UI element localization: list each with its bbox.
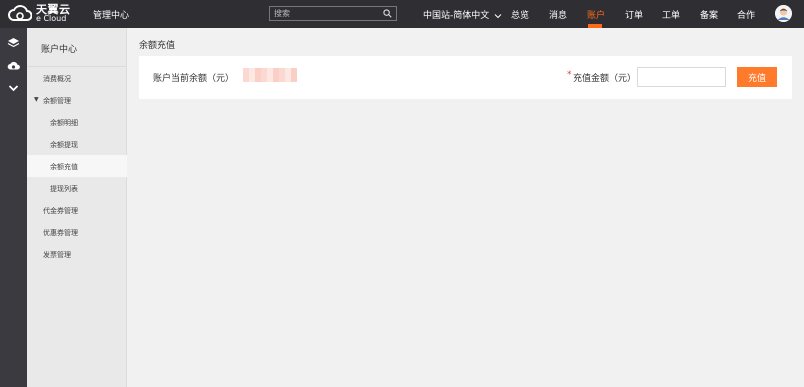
- nav-tickets[interactable]: 工单: [662, 8, 680, 21]
- balance-label: 账户当前余额（元）: [153, 74, 235, 84]
- sidebar-item-balance-details[interactable]: 余额明细: [27, 111, 127, 133]
- icon-rail: [0, 28, 27, 387]
- sidebar-title: 账户中心: [41, 45, 78, 55]
- sidebar-item-balance-management[interactable]: ▼ 余额管理: [27, 89, 127, 111]
- sidebar-item-invoice-management[interactable]: 发票管理: [27, 243, 127, 265]
- caret-down-icon: ▼: [34, 96, 39, 103]
- user-avatar-icon: [775, 5, 792, 22]
- sidebar-item-voucher-management[interactable]: 代金券管理: [27, 199, 127, 221]
- sidebar-item-label: 余额充值: [50, 163, 78, 171]
- nav-language-select[interactable]: 中国站-简体中文: [423, 8, 502, 21]
- sidebar-item-label: 消费概况: [43, 75, 71, 83]
- search-icon[interactable]: [383, 9, 392, 18]
- sidebar-item-label: 提现列表: [50, 185, 78, 193]
- layers-icon[interactable]: [7, 37, 20, 49]
- nav-language-label: 中国站-简体中文: [423, 11, 490, 21]
- cloud-icon[interactable]: [7, 60, 20, 72]
- nav-filing[interactable]: 备案: [700, 8, 718, 21]
- sidebar-item-balance-withdraw[interactable]: 余额提现: [27, 133, 127, 155]
- sidebar-item-label: 发票管理: [43, 251, 71, 259]
- sidebar-item-coupon-management[interactable]: 优惠券管理: [27, 221, 127, 243]
- nav-overview[interactable]: 总览: [511, 8, 529, 21]
- sidebar-item-label: 余额提现: [50, 141, 78, 149]
- search-box[interactable]: [269, 6, 397, 21]
- cloud-logo-icon: [8, 5, 32, 21]
- required-mark: *: [567, 70, 572, 80]
- balance-value-redacted: [243, 68, 297, 82]
- nav-cooperation[interactable]: 合作: [737, 8, 755, 21]
- nav-account[interactable]: 账户: [587, 8, 605, 21]
- sidebar-item-label: 代金券管理: [43, 207, 78, 215]
- recharge-card: 账户当前余额（元） * 充值金额（元） 充值: [139, 56, 792, 99]
- chevron-down-icon[interactable]: [7, 82, 20, 94]
- sidebar-item-label: 余额管理: [43, 97, 71, 105]
- sidebar: 账户中心 消费概况 ▼ 余额管理 余额明细 余额提现 余额充值 提现列表 代金券…: [27, 28, 127, 387]
- top-bar: 天翼云 e Cloud 管理中心 中国站-简体中文 总览 消息 账户 订单 工单…: [0, 0, 804, 28]
- sidebar-item-consumption-overview[interactable]: 消费概况: [27, 67, 127, 89]
- recharge-amount-input[interactable]: [637, 67, 726, 87]
- logo-text-cn: 天翼云: [36, 3, 71, 16]
- recharge-amount-label: 充值金额（元）: [573, 74, 637, 84]
- sidebar-item-withdraw-list[interactable]: 提现列表: [27, 177, 127, 199]
- logo-text-en: e Cloud: [36, 14, 67, 23]
- search-input[interactable]: [274, 7, 382, 20]
- sidebar-item-label: 优惠券管理: [43, 229, 78, 237]
- sidebar-item-balance-recharge[interactable]: 余额充值: [27, 155, 127, 177]
- chevron-down-icon: [494, 13, 502, 18]
- console-label[interactable]: 管理中心: [93, 8, 129, 21]
- recharge-button[interactable]: 充值: [737, 67, 777, 87]
- nav-orders[interactable]: 订单: [625, 8, 643, 21]
- sidebar-item-label: 余额明细: [50, 119, 78, 127]
- logo[interactable]: 天翼云 e Cloud: [8, 4, 71, 24]
- nav-active-indicator: [588, 24, 602, 28]
- nav-messages[interactable]: 消息: [549, 8, 567, 21]
- avatar[interactable]: [775, 5, 792, 22]
- page-title: 余额充值: [139, 41, 176, 51]
